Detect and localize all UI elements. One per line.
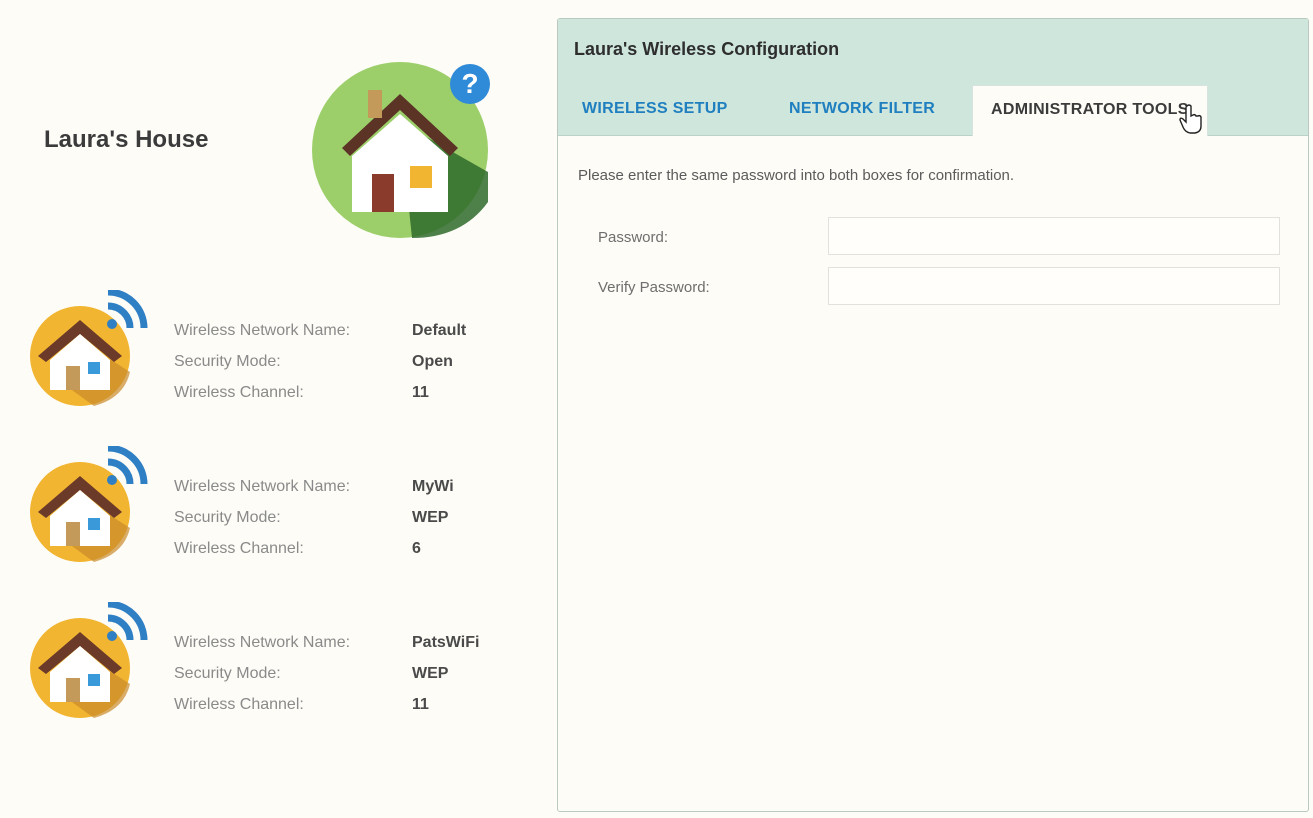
wireless-config-panel: Laura's Wireless Configuration WIRELESS …: [557, 18, 1309, 812]
wireless-channel-label: Wireless Channel:: [174, 384, 304, 401]
wireless-channel-label: Wireless Channel:: [174, 540, 304, 557]
password-field[interactable]: [828, 217, 1280, 255]
security-mode-value: WEP: [412, 509, 449, 526]
network-details: Wireless Network Name: Default Security …: [174, 322, 534, 415]
network-name-label: Wireless Network Name:: [174, 478, 351, 495]
house-title: Laura's House: [44, 126, 209, 153]
security-mode-value: WEP: [412, 665, 449, 682]
security-mode-label: Security Mode:: [174, 509, 281, 526]
wireless-channel-value: 11: [412, 384, 429, 401]
security-mode-label: Security Mode:: [174, 353, 281, 370]
tab-administrator-tools[interactable]: ADMINISTRATOR TOOLS: [972, 85, 1208, 136]
verify-password-field[interactable]: [828, 267, 1280, 305]
tab-wireless-setup[interactable]: WIRELESS SETUP: [582, 85, 728, 133]
network-details: Wireless Network Name: PatsWiFi Security…: [174, 634, 534, 727]
network-name-value: PatsWiFi: [412, 634, 480, 651]
tab-network-filter[interactable]: NETWORK FILTER: [789, 85, 935, 133]
network-item: Wireless Network Name: MyWi Security Mod…: [28, 446, 528, 576]
network-name-value: MyWi: [412, 478, 454, 495]
network-item: Wireless Network Name: Default Security …: [28, 290, 528, 420]
wifi-house-icon: [30, 446, 148, 562]
wifi-house-icon: [30, 602, 148, 718]
config-title: Laura's Wireless Configuration: [574, 39, 840, 59]
network-details: Wireless Network Name: MyWi Security Mod…: [174, 478, 534, 571]
network-name-label: Wireless Network Name:: [174, 634, 351, 651]
network-name-value: Default: [412, 322, 467, 339]
network-name-label: Wireless Network Name:: [174, 322, 351, 339]
help-icon[interactable]: ?: [450, 64, 490, 104]
wireless-channel-label: Wireless Channel:: [174, 696, 304, 713]
networks-panel: Laura's House ? Wireless Network Name: D…: [0, 0, 540, 818]
wifi-house-icon: [30, 290, 148, 406]
wireless-channel-value: 11: [412, 696, 429, 713]
verify-password-label: Verify Password:: [598, 279, 710, 296]
hand-cursor-icon: [1179, 104, 1202, 134]
security-mode-value: Open: [412, 353, 453, 370]
instruction-text: Please enter the same password into both…: [578, 167, 1015, 184]
password-label: Password:: [598, 229, 669, 246]
wireless-channel-value: 6: [412, 540, 421, 557]
network-item: Wireless Network Name: PatsWiFi Security…: [28, 602, 528, 732]
security-mode-label: Security Mode:: [174, 665, 281, 682]
